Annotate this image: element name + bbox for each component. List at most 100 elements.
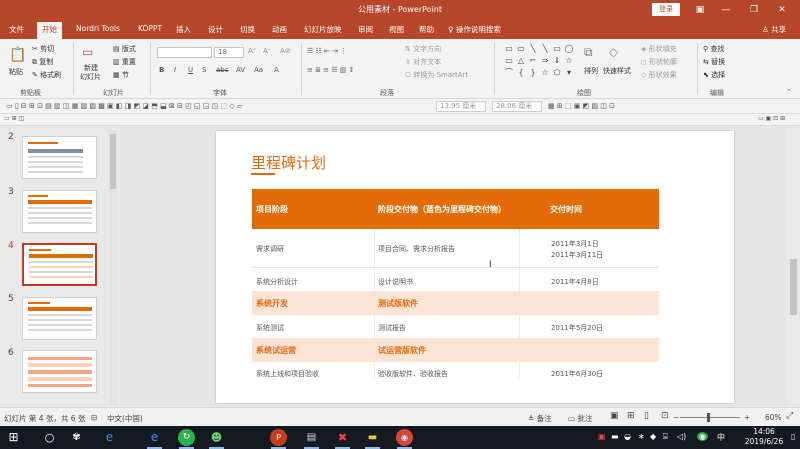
login-button[interactable]: 登录 bbox=[652, 3, 680, 16]
toolbar-icons[interactable]: ▭ ▯ ⊟ ⊞ ⊡ ▤ ▥ ◫ ▦ ▧ ▨ ▩ ▣ ◧ ◨ ◩ ◪ ⬒ ⬓ ⊠ … bbox=[6, 102, 242, 110]
small-toolbar-icons[interactable]: ▭ ⊞ ◫ bbox=[4, 115, 24, 122]
new-slide-label-2[interactable]: 幻灯片 bbox=[80, 72, 101, 82]
shadow-icon[interactable]: S bbox=[202, 66, 206, 74]
milestone-row[interactable]: 系统试运营 试运营版软件 bbox=[252, 338, 659, 362]
edge-browser-icon[interactable]: e bbox=[146, 429, 163, 449]
share-button[interactable]: ♙ 共享 bbox=[762, 24, 786, 35]
notes-button[interactable]: ≜ 备注 bbox=[528, 413, 552, 424]
quick-styles-icon[interactable]: ◇ bbox=[609, 45, 618, 59]
shape-gallery[interactable]: ▭ ▭ ╲ ╲ ▭ ◯ ▭ △ ⌐ ⇒ ⇓ ☆ ⌒{} ☆ ⬠ ▾ bbox=[503, 43, 575, 83]
thumbnail-slide-2[interactable] bbox=[22, 136, 97, 179]
chrome-icon[interactable]: ◉ bbox=[396, 429, 413, 449]
tab-home[interactable]: 开始 bbox=[37, 22, 62, 39]
tray-icon[interactable]: ◒ bbox=[624, 432, 631, 441]
thumbnail-slide-5[interactable] bbox=[22, 297, 97, 340]
bluetooth-icon[interactable]: ∗ bbox=[638, 432, 645, 441]
thumbnail-slide-6[interactable] bbox=[22, 350, 97, 393]
current-slide[interactable]: 里程碑计划 项目阶段 阶段交付物（蓝色为里程碑交付物） 交付时间 需求调研 项目… bbox=[216, 131, 734, 403]
app-pinwheel-icon[interactable]: ✾ bbox=[68, 429, 85, 446]
maximize-icon[interactable]: ❐ bbox=[744, 2, 764, 18]
minimize-icon[interactable]: — bbox=[716, 2, 736, 18]
network-icon[interactable]: ⌸ bbox=[663, 432, 668, 442]
font-color-icon[interactable]: A bbox=[274, 66, 279, 74]
thumbnails-scrollbar[interactable] bbox=[109, 130, 117, 405]
scrollbar-thumb[interactable] bbox=[790, 259, 797, 315]
app-window-icon[interactable]: ▤ bbox=[303, 429, 320, 449]
find-button[interactable]: ⚲ 查找 bbox=[703, 44, 724, 54]
tray-icon[interactable]: ▬ bbox=[611, 432, 619, 441]
font-name-box[interactable] bbox=[157, 47, 212, 58]
tab-animations[interactable]: 动画 bbox=[272, 24, 287, 35]
underline-icon[interactable]: U bbox=[188, 66, 193, 74]
paste-button[interactable]: 粘贴 bbox=[9, 67, 23, 77]
new-slide-icon[interactable]: ▭ bbox=[82, 45, 93, 59]
ribbon-display-icon[interactable]: ▣ bbox=[690, 2, 710, 18]
quick-styles-button[interactable]: 快速样式 bbox=[603, 66, 631, 76]
replace-button[interactable]: ⇆ 替换 bbox=[703, 57, 725, 67]
reading-view-icon[interactable]: ▯ bbox=[644, 411, 649, 421]
italic-icon[interactable]: I bbox=[174, 66, 176, 74]
slide-title[interactable]: 里程碑计划 bbox=[251, 152, 326, 173]
normal-view-icon[interactable]: ▣ bbox=[610, 411, 619, 421]
xmind-icon[interactable]: ✖ bbox=[334, 429, 351, 449]
tray-app-icon[interactable]: ▣ bbox=[598, 432, 606, 441]
tab-insert[interactable]: 插入 bbox=[176, 24, 191, 35]
tab-transitions[interactable]: 切换 bbox=[240, 24, 255, 35]
system-clock[interactable]: 14:06 2019/6/26 bbox=[735, 427, 793, 447]
zoom-out-icon[interactable]: − bbox=[673, 413, 679, 422]
powerpoint-icon[interactable]: P bbox=[270, 429, 287, 449]
align-icons[interactable]: ≡ ≣ ≡ ☰ ▥ ↕ bbox=[307, 66, 354, 74]
shape-fill-button[interactable]: ◈ 形状填充 bbox=[641, 44, 677, 54]
grow-font-icon[interactable]: A⁺ bbox=[248, 47, 256, 55]
tab-file[interactable]: 文件 bbox=[9, 24, 24, 35]
tab-koppt[interactable]: KOPPT bbox=[138, 24, 162, 33]
volume-icon[interactable]: ◁) bbox=[677, 432, 686, 441]
clear-format-icon[interactable]: A⊘ bbox=[280, 47, 291, 55]
char-spacing-icon[interactable]: AV bbox=[236, 66, 245, 74]
comments-button[interactable]: ▭ 批注 bbox=[568, 413, 592, 424]
tray-status-icon[interactable]: ◉ bbox=[697, 432, 708, 441]
collapse-ribbon-icon[interactable]: ⌃ bbox=[786, 88, 792, 96]
refresh-app-icon[interactable]: ↻ bbox=[178, 429, 195, 449]
wechat-icon[interactable]: ☻ bbox=[208, 429, 225, 449]
bullets-icon[interactable]: ☰ ☷ ⇤ ⇥ ⋮ bbox=[307, 47, 347, 55]
arrange-button[interactable]: 排列 bbox=[584, 66, 598, 76]
tab-review[interactable]: 审阅 bbox=[358, 24, 373, 35]
file-explorer-icon[interactable]: ▬ bbox=[364, 429, 381, 449]
slide-sorter-icon[interactable]: ⊞ bbox=[627, 411, 635, 421]
reset-button[interactable]: ▥ 重置 bbox=[113, 57, 136, 67]
shrink-font-icon[interactable]: A⁻ bbox=[263, 47, 271, 55]
ie-browser-icon[interactable]: e bbox=[101, 429, 118, 446]
strikethrough-icon[interactable]: abc bbox=[216, 66, 229, 74]
tray-icon[interactable]: ◆ bbox=[650, 432, 656, 441]
more-toolbar-icons[interactable]: ▦ ⊞ ⬚ ▣ ◩ ▨ ◫ ⊡ bbox=[548, 102, 615, 110]
fit-slide-icon[interactable]: ⤢ bbox=[786, 411, 793, 421]
scrollbar-thumb[interactable] bbox=[110, 134, 116, 189]
tell-me-search[interactable]: ♀ 操作说明搜索 bbox=[448, 24, 501, 35]
format-painter-button[interactable]: ✎ 格式刷 bbox=[32, 70, 61, 80]
zoom-in-icon[interactable]: + bbox=[744, 413, 750, 422]
shape-effects-button[interactable]: ◇ 形状效果 bbox=[641, 70, 677, 80]
language-indicator[interactable]: 中文(中国) bbox=[107, 413, 143, 424]
search-icon[interactable]: ○ bbox=[41, 429, 58, 446]
paste-icon[interactable]: 📋 bbox=[9, 47, 26, 63]
spellcheck-icon[interactable]: ⊟ bbox=[91, 413, 97, 422]
tab-view[interactable]: 视图 bbox=[389, 24, 404, 35]
canvas-scrollbar[interactable] bbox=[787, 126, 800, 407]
slideshow-icon[interactable]: ⊡ bbox=[661, 411, 669, 421]
select-button[interactable]: ⬉ 选择 bbox=[703, 70, 725, 80]
table-header-row[interactable]: 项目阶段 阶段交付物（蓝色为里程碑交付物） 交付时间 bbox=[252, 189, 659, 229]
arrange-icon[interactable]: ⧉ bbox=[584, 45, 593, 60]
bold-icon[interactable]: B bbox=[159, 66, 164, 74]
text-direction-button[interactable]: ⇅ 文字方向 bbox=[405, 44, 441, 54]
copy-button[interactable]: ⧉ 复制 bbox=[32, 57, 53, 67]
tab-design[interactable]: 设计 bbox=[208, 24, 223, 35]
shape-outline-button[interactable]: ◻ 形状轮廓 bbox=[641, 57, 677, 67]
thumbnail-slide-4-selected[interactable] bbox=[22, 243, 97, 286]
shape-height-field[interactable]: 13.95 厘米 bbox=[436, 101, 486, 112]
notifications-icon[interactable]: ▯ bbox=[791, 432, 795, 441]
zoom-slider[interactable] bbox=[680, 417, 740, 418]
windows-start-icon[interactable]: ⊞ bbox=[5, 429, 22, 446]
layout-button[interactable]: ▤ 版式 bbox=[113, 44, 136, 54]
small-toolbar-right-icons[interactable]: ▭ ▣ ⊡ ⊞ bbox=[758, 115, 785, 122]
